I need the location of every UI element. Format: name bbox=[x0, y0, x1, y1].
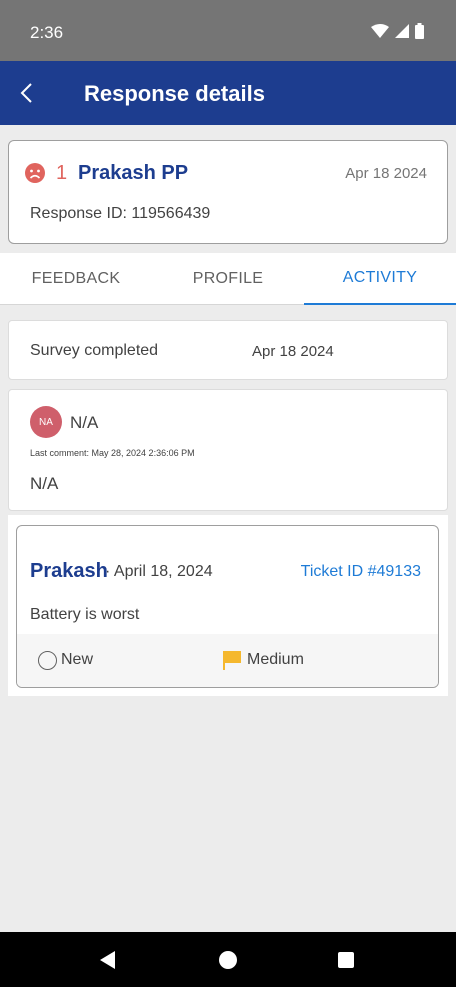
ticket-owner-name: Prakash bbox=[30, 560, 108, 582]
nav-home-icon[interactable] bbox=[217, 949, 239, 971]
nav-recents-icon[interactable] bbox=[335, 949, 357, 971]
ticket-priority: Medium bbox=[247, 651, 304, 668]
tab-profile[interactable]: PROFILE bbox=[152, 253, 304, 305]
avatar: NA bbox=[30, 406, 62, 438]
comment-card: NA N/A Last comment: May 28, 2024 2:36:0… bbox=[8, 389, 448, 511]
battery-icon bbox=[415, 23, 424, 39]
chevron-left-icon bbox=[20, 83, 32, 103]
rating-score: 1 bbox=[56, 162, 68, 184]
tab-activity[interactable]: ACTIVITY bbox=[304, 253, 456, 305]
ticket-date: · April 18, 2024 bbox=[105, 563, 213, 580]
wifi-icon bbox=[371, 24, 389, 38]
response-header-card: 1 Prakash PP Apr 18 2024 Response ID: 11… bbox=[8, 140, 448, 244]
response-id: Response ID: 119566439 bbox=[30, 205, 211, 222]
back-button[interactable] bbox=[10, 77, 42, 109]
ticket-id-link[interactable]: Ticket ID #49133 bbox=[301, 563, 421, 581]
last-comment-timestamp: Last comment: May 28, 2024 2:36:06 PM bbox=[30, 448, 195, 458]
status-icons bbox=[371, 22, 424, 40]
ticket-footer: New Medium bbox=[17, 634, 438, 687]
flag-icon bbox=[223, 651, 241, 670]
survey-completed-card: Survey completed Apr 18 2024 bbox=[8, 320, 448, 380]
ticket-description: Battery is worst bbox=[30, 606, 140, 623]
survey-date: Apr 18 2024 bbox=[252, 343, 334, 360]
nav-back-icon[interactable] bbox=[97, 949, 119, 971]
comment-text: N/A bbox=[30, 474, 59, 493]
status-bar: 2:36 bbox=[0, 0, 456, 61]
tab-feedback[interactable]: FEEDBACK bbox=[0, 253, 152, 305]
system-nav-bar bbox=[0, 932, 456, 987]
ticket-card[interactable]: Prakash · April 18, 2024 Ticket ID #4913… bbox=[16, 525, 439, 688]
ticket-status: New bbox=[61, 651, 94, 668]
customer-name: Prakash PP bbox=[78, 162, 189, 184]
page-title: Response details bbox=[84, 81, 265, 106]
signal-icon bbox=[395, 24, 409, 38]
ticket-section: Prakash · April 18, 2024 Ticket ID #4913… bbox=[8, 515, 448, 696]
tab-bar: FEEDBACK PROFILE ACTIVITY bbox=[0, 253, 456, 305]
survey-label: Survey completed bbox=[30, 342, 159, 359]
status-circle-icon bbox=[38, 651, 57, 670]
sad-face-icon bbox=[25, 163, 45, 183]
comment-user: N/A bbox=[70, 413, 99, 432]
response-date: Apr 18 2024 bbox=[345, 165, 427, 182]
status-time: 2:36 bbox=[30, 23, 64, 42]
app-bar: Response details bbox=[0, 61, 456, 125]
